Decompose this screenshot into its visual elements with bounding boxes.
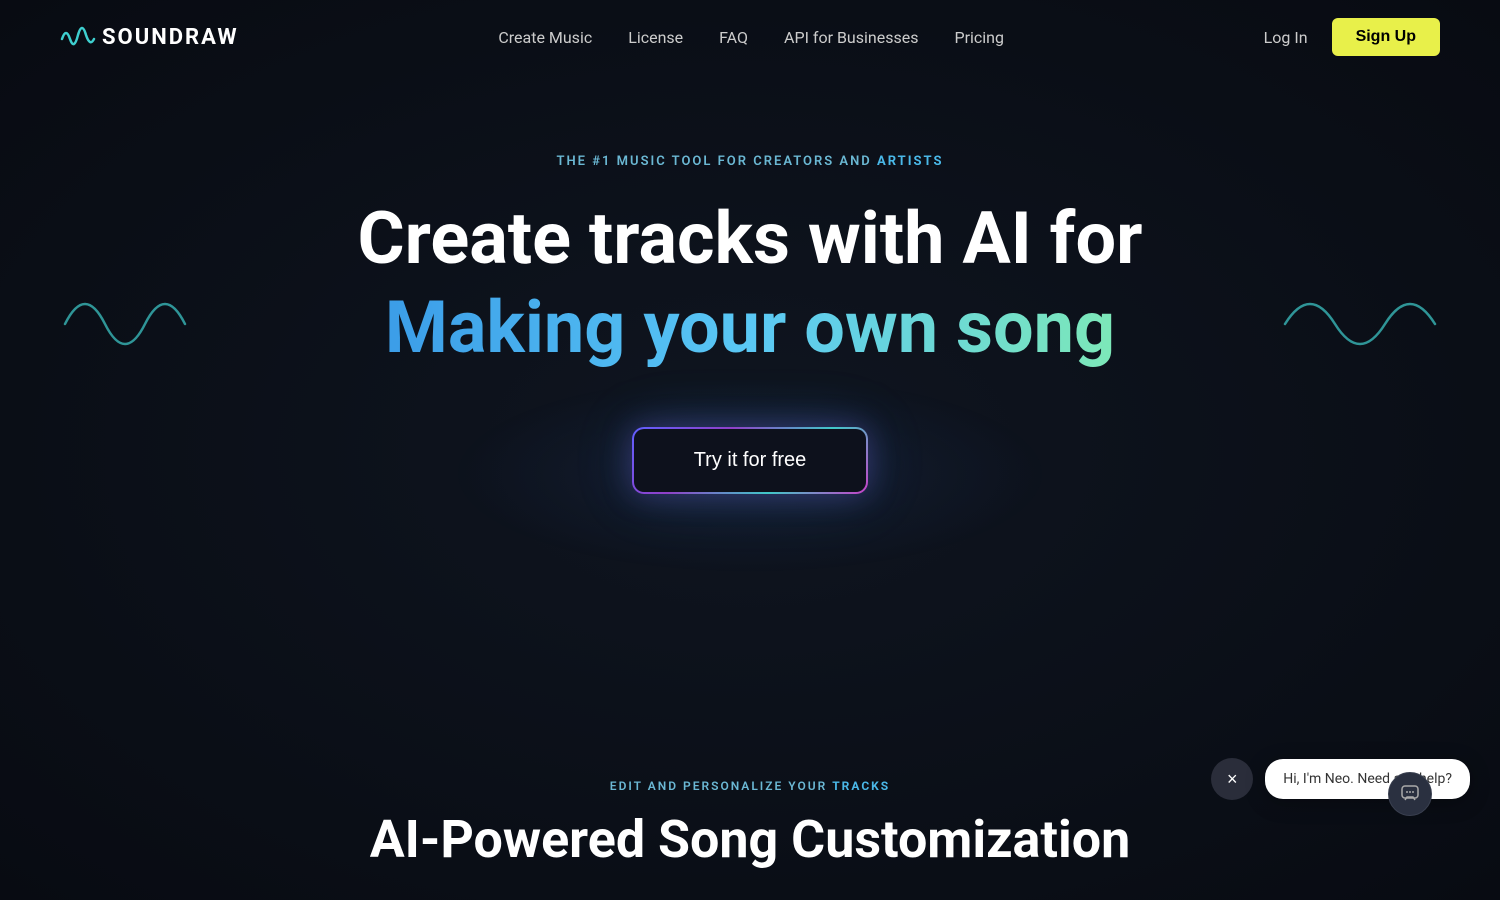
hero-title: Create tracks with AI for [358, 199, 1143, 278]
bottom-badge-highlight: TRACKS [832, 779, 890, 793]
wave-right-decoration [1280, 274, 1440, 358]
chat-toggle-button[interactable] [1388, 772, 1432, 816]
signup-button[interactable]: Sign Up [1332, 18, 1440, 56]
hero-section: THE #1 MUSIC TOOL FOR CREATORS AND ARTIS… [0, 74, 1500, 494]
login-link[interactable]: Log In [1264, 28, 1308, 47]
chat-bubble: Hi, I'm Neo. Need any help? [1265, 759, 1470, 799]
hero-badge: THE #1 MUSIC TOOL FOR CREATORS AND ARTIS… [556, 154, 943, 169]
logo-icon [60, 19, 96, 56]
nav-pricing[interactable]: Pricing [954, 28, 1004, 47]
hero-badge-highlight: ARTISTS [877, 154, 944, 169]
nav-links: Create Music License FAQ API for Busines… [498, 28, 1004, 47]
wave-left-decoration [60, 274, 190, 358]
hero-badge-text: THE #1 MUSIC TOOL FOR CREATORS AND [556, 154, 877, 169]
navbar: SOUNDRAW Create Music License FAQ API fo… [0, 0, 1500, 74]
nav-license[interactable]: License [628, 28, 683, 47]
nav-create-music[interactable]: Create Music [498, 28, 592, 47]
nav-right: Log In Sign Up [1264, 18, 1440, 56]
logo[interactable]: SOUNDRAW [60, 19, 239, 56]
bottom-title-text: AI-Powered Song Customization [370, 809, 1131, 870]
try-free-button[interactable]: Try it for free [632, 427, 869, 494]
bottom-badge-part1: EDIT AND PERSONALIZE YOUR [610, 779, 832, 793]
chat-close-button[interactable]: × [1211, 758, 1253, 800]
bottom-title: AI-Powered Song Customization [0, 809, 1500, 870]
nav-api[interactable]: API for Businesses [784, 28, 918, 47]
logo-text: SOUNDRAW [102, 25, 239, 50]
nav-faq[interactable]: FAQ [719, 28, 748, 47]
hero-subtitle: Making your own song [385, 288, 1115, 367]
chat-icon [1400, 784, 1420, 804]
